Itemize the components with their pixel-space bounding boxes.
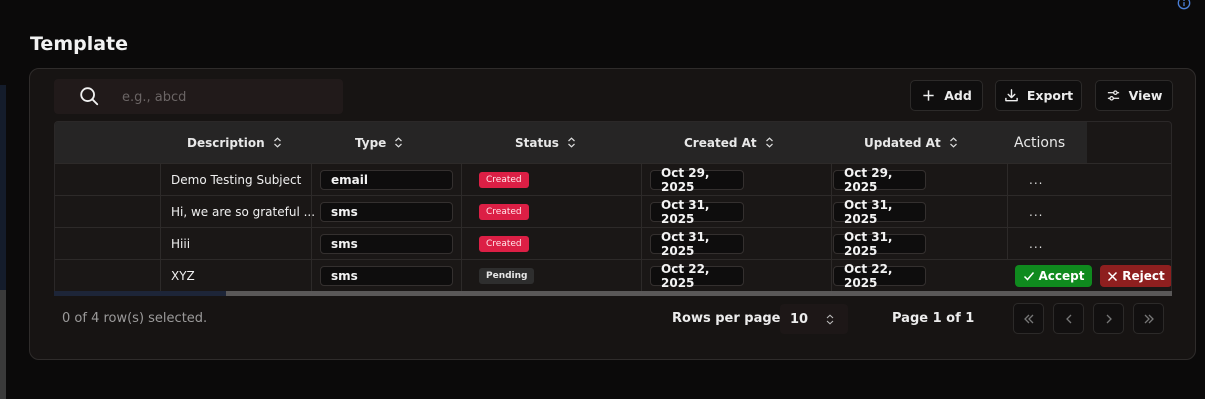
templates-table: Description Type Status Created At Updat…	[54, 121, 1172, 295]
chevrons-right-icon	[1144, 314, 1154, 323]
type-pill: email	[320, 169, 453, 190]
table-row[interactable]: Hi, we are so grateful ... sms Created O…	[55, 195, 1171, 227]
accept-button[interactable]: Accept	[1015, 265, 1092, 287]
row-actions-menu[interactable]: ...	[1029, 173, 1043, 187]
chevrons-left-icon	[1023, 314, 1033, 323]
rows-per-page-select[interactable]: 10	[780, 304, 848, 334]
next-page-button[interactable]	[1093, 303, 1124, 334]
search-icon	[80, 87, 99, 106]
plus-icon	[923, 90, 934, 101]
search-input[interactable]	[120, 85, 334, 109]
export-label: Export	[1026, 88, 1074, 103]
type-pill: sms	[320, 265, 453, 286]
search-box	[54, 79, 343, 114]
column-header-updated-at[interactable]: Updated At	[864, 122, 958, 163]
rows-per-page-label: Rows per page	[672, 311, 781, 326]
created-at-pill: Oct 22, 2025	[650, 262, 744, 290]
created-at-pill: Oct 29, 2025	[650, 166, 744, 194]
sort-icon	[273, 137, 281, 148]
previous-page-button[interactable]	[1053, 303, 1084, 334]
status-badge: Created	[479, 171, 529, 188]
page-info: Page 1 of 1	[892, 311, 975, 326]
table-row[interactable]: Hiii sms Created Oct 31, 2025 Oct 31, 20…	[55, 227, 1171, 259]
reject-button[interactable]: Reject	[1100, 265, 1171, 287]
last-page-button[interactable]	[1133, 303, 1164, 334]
add-label: Add	[944, 88, 972, 103]
chevron-up-down-icon	[826, 314, 834, 325]
view-label: View	[1128, 88, 1163, 103]
column-header-actions: Actions	[1014, 134, 1066, 151]
updated-at-pill: Oct 22, 2025	[833, 262, 926, 290]
rows-per-page-value: 10	[790, 311, 809, 327]
template-card: Add Export View Description Type	[29, 68, 1196, 360]
updated-at-pill: Oct 29, 2025	[833, 166, 926, 194]
sort-icon	[949, 137, 957, 148]
row-actions-menu[interactable]: ...	[1029, 205, 1043, 219]
chevron-left-icon	[1065, 314, 1071, 323]
download-icon	[1005, 89, 1018, 102]
created-at-pill: Oct 31, 2025	[650, 230, 744, 258]
scrollbar-track-segment	[54, 291, 226, 296]
sort-icon	[395, 137, 403, 148]
column-header-description[interactable]: Description	[187, 122, 282, 163]
page-title: Template	[30, 33, 129, 55]
updated-at-pill: Oct 31, 2025	[833, 198, 926, 226]
updated-at-pill: Oct 31, 2025	[833, 230, 926, 258]
status-badge: Pending	[479, 267, 535, 284]
type-pill: sms	[320, 233, 453, 254]
description-cell: Hiii	[171, 236, 191, 251]
close-icon	[1108, 271, 1118, 281]
table-row[interactable]: Demo Testing Subject email Created Oct 2…	[55, 163, 1171, 195]
row-actions-menu[interactable]: ...	[1029, 237, 1043, 251]
description-cell: Hi, we are so grateful ...	[171, 204, 316, 219]
view-button[interactable]: View	[1095, 80, 1173, 111]
status-badge: Created	[479, 235, 529, 252]
check-icon	[1023, 272, 1034, 281]
created-at-pill: Oct 31, 2025	[650, 198, 744, 226]
column-header-status[interactable]: Status	[515, 122, 576, 163]
background-strip	[0, 290, 6, 399]
sort-icon	[567, 137, 575, 148]
export-button[interactable]: Export	[995, 80, 1082, 111]
column-header-created-at[interactable]: Created At	[684, 122, 774, 163]
info-icon[interactable]	[1177, 0, 1191, 10]
sliders-icon	[1107, 90, 1119, 101]
column-header-type[interactable]: Type	[355, 122, 403, 163]
type-pill: sms	[320, 201, 453, 222]
chevron-right-icon	[1106, 314, 1112, 323]
accept-label: Accept	[1038, 269, 1085, 283]
add-button[interactable]: Add	[910, 80, 983, 111]
first-page-button[interactable]	[1013, 303, 1044, 334]
horizontal-scrollbar[interactable]	[54, 291, 1172, 296]
selection-count: 0 of 4 row(s) selected.	[62, 311, 208, 326]
status-badge: Created	[479, 203, 529, 220]
table-row[interactable]: XYZ sms Pending Oct 22, 2025 Oct 22, 202…	[55, 259, 1171, 291]
description-cell: XYZ	[171, 268, 195, 283]
sort-icon	[765, 137, 773, 148]
background-strip	[0, 85, 6, 290]
reject-label: Reject	[1122, 269, 1165, 283]
description-cell: Demo Testing Subject	[171, 172, 302, 187]
table-header: Description Type Status Created At Updat…	[55, 122, 1087, 163]
